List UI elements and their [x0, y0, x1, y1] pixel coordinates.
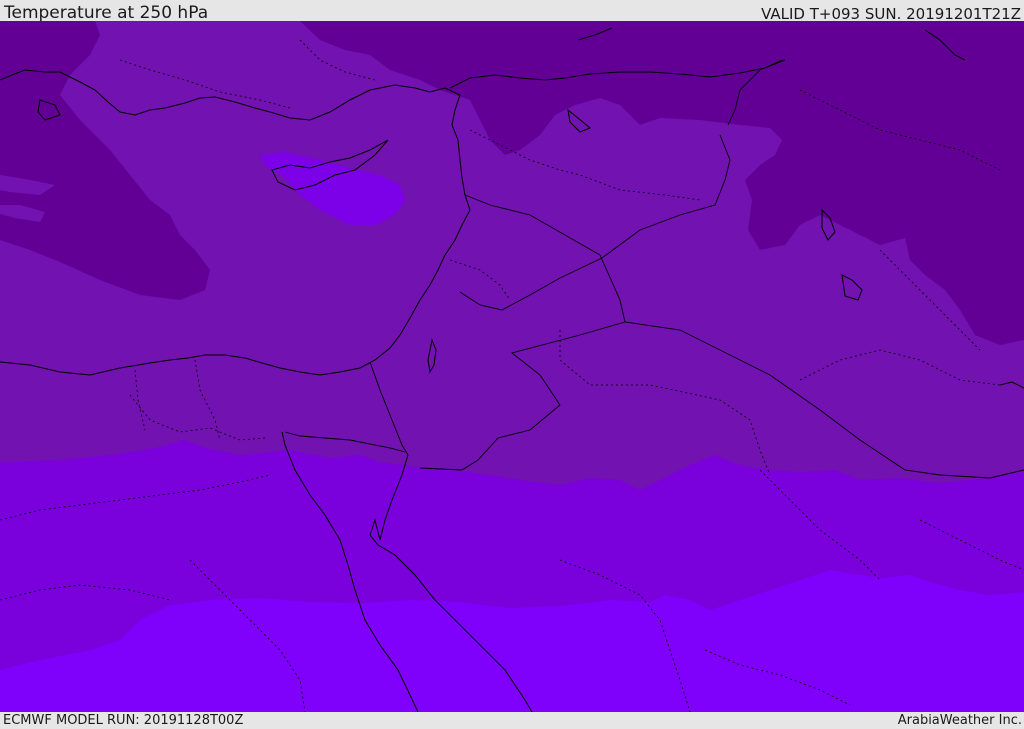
footer-bar: ECMWF MODEL RUN: 20191128T00Z ArabiaWeat…: [0, 712, 1024, 729]
weather-map-page: Temperature at 250 hPa VALID T+093 SUN. …: [0, 0, 1024, 729]
header-bar: Temperature at 250 hPa VALID T+093 SUN. …: [0, 0, 1024, 23]
map-canvas: [0, 21, 1024, 712]
temperature-map: [0, 21, 1024, 712]
credit-label: ArabiaWeather Inc.: [897, 713, 1022, 728]
model-run-label: ECMWF MODEL RUN: 20191128T00Z: [3, 713, 244, 728]
map-title: Temperature at 250 hPa: [4, 3, 209, 23]
